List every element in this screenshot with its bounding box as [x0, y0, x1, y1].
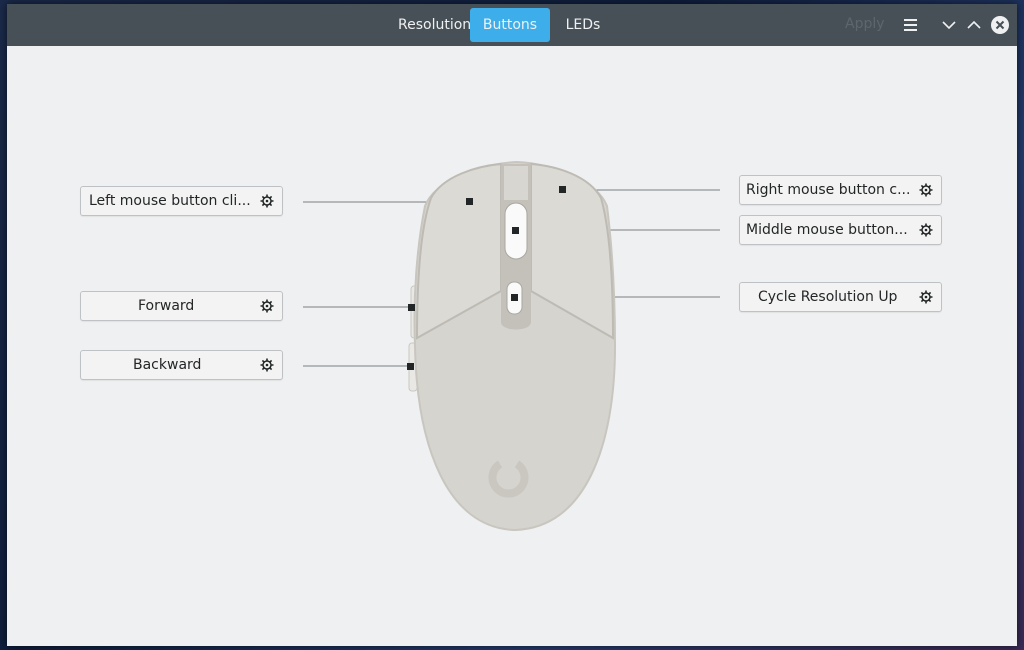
gear-icon[interactable]: [259, 357, 275, 373]
marker-right-click: [559, 186, 566, 193]
mapping-label: Left mouse button cli...: [89, 193, 251, 209]
marker-left-click: [466, 198, 473, 205]
forward-mapping-button[interactable]: Forward: [80, 291, 283, 321]
marker-middle-click: [512, 227, 519, 234]
header-bar: Resolutions Buttons LEDs Apply: [7, 4, 1017, 46]
gear-icon[interactable]: [259, 298, 275, 314]
close-icon[interactable]: [990, 15, 1010, 35]
tab-leds[interactable]: LEDs: [554, 8, 612, 42]
gear-icon[interactable]: [918, 289, 934, 305]
cycle-resolution-mapping-button[interactable]: Cycle Resolution Up: [739, 282, 942, 312]
mapping-label: Cycle Resolution Up: [758, 289, 898, 305]
mapping-label: Backward: [133, 357, 202, 373]
tab-bar: Resolutions Buttons LEDs: [388, 8, 612, 42]
backward-mapping-button[interactable]: Backward: [80, 350, 283, 380]
mapping-label: Middle mouse button...: [746, 222, 908, 238]
gear-icon[interactable]: [259, 193, 275, 209]
marker-forward: [408, 304, 415, 311]
mapping-label: Forward: [138, 298, 195, 314]
top-ridge: [504, 166, 528, 200]
apply-button[interactable]: Apply: [845, 16, 885, 32]
gear-icon[interactable]: [918, 222, 934, 238]
maximize-icon[interactable]: [965, 16, 983, 34]
middle-click-mapping-button[interactable]: Middle mouse button...: [739, 215, 942, 245]
right-click-mapping-button[interactable]: Right mouse button c...: [739, 175, 942, 205]
mapping-label: Right mouse button c...: [746, 182, 911, 198]
tab-resolutions[interactable]: Resolutions: [388, 8, 478, 42]
marker-backward: [407, 363, 414, 370]
marker-dpi: [511, 294, 518, 301]
minimize-icon[interactable]: [940, 16, 958, 34]
menu-icon[interactable]: [902, 16, 920, 34]
gear-icon[interactable]: [918, 182, 934, 198]
tab-buttons[interactable]: Buttons: [470, 8, 550, 42]
app-window: Resolutions Buttons LEDs Apply Left mous…: [7, 4, 1017, 646]
mouse-illustration: [407, 160, 617, 532]
buttons-page: Left mouse button cli... Forward Backwar…: [7, 46, 1017, 646]
left-click-mapping-button[interactable]: Left mouse button cli...: [80, 186, 283, 216]
